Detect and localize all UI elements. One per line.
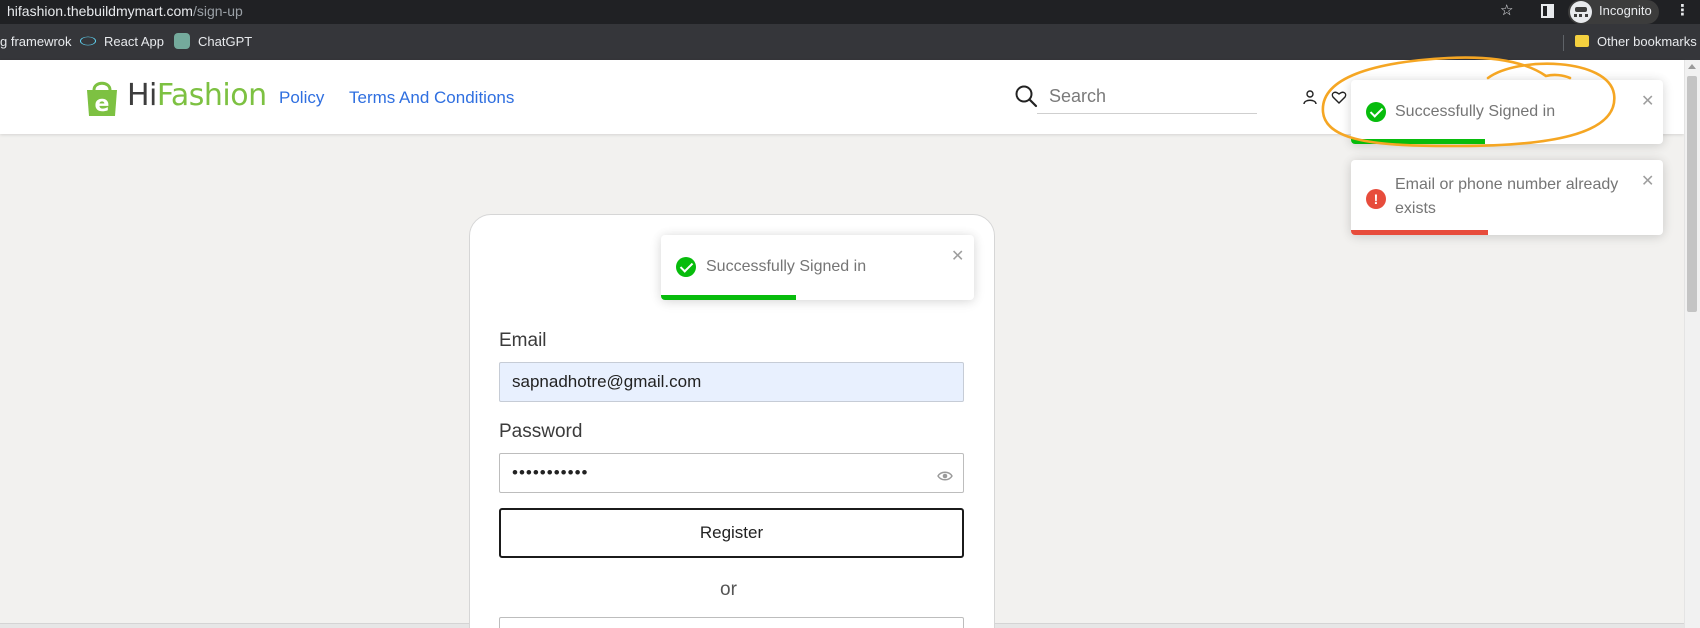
toast-success-center[interactable]: Successfully Signed in ✕ (661, 235, 974, 300)
incognito-label: Incognito (1599, 3, 1652, 18)
browser-menu-icon[interactable]: ⋮ (1675, 3, 1690, 19)
toast-progress-bar (1351, 139, 1486, 144)
toast-message: Successfully Signed in (1395, 103, 1556, 120)
toast-message: Email or phone number already exists (1395, 176, 1619, 217)
toast-error-top-right[interactable]: ! Email or phone number already exists ✕ (1351, 160, 1663, 235)
email-field[interactable] (499, 362, 964, 402)
password-label: Password (499, 421, 583, 442)
svg-text:e: e (95, 92, 110, 117)
toast-close-icon[interactable]: ✕ (1641, 94, 1654, 110)
bookmark-chatgpt[interactable]: ChatGPT (198, 34, 252, 49)
url-text[interactable]: hifashion.thebuildmymart.com/sign-up (7, 3, 243, 19)
wishlist-heart-icon[interactable] (1331, 89, 1347, 105)
incognito-icon (1570, 1, 1592, 23)
logo-wordmark[interactable]: HiFashion (127, 78, 267, 113)
toast-message: Successfully Signed in (706, 258, 867, 275)
or-divider-text: or (720, 579, 737, 600)
scroll-up-arrow-icon[interactable] (1688, 64, 1696, 69)
bookmarks-divider (1563, 35, 1564, 51)
password-field[interactable] (499, 453, 964, 493)
bookmark-framework[interactable]: g framewrok (0, 34, 72, 49)
toast-progress-bar (1351, 230, 1489, 235)
toast-close-icon[interactable]: ✕ (951, 249, 964, 265)
bookmarks-bar (0, 24, 1700, 60)
search-icon[interactable] (1014, 84, 1038, 108)
toast-progress-bar (661, 295, 796, 300)
address-bar[interactable] (0, 0, 1700, 24)
bookmark-react-app[interactable]: React App (104, 34, 164, 49)
nav-policy[interactable]: Policy (279, 88, 324, 108)
other-bookmarks[interactable]: Other bookmarks (1597, 34, 1697, 49)
scrollbar-thumb[interactable] (1687, 76, 1697, 312)
success-check-icon (1366, 102, 1386, 122)
chatgpt-icon (174, 33, 190, 49)
success-check-icon (676, 257, 696, 277)
bookmark-star-icon[interactable]: ☆ (1500, 3, 1513, 19)
folder-icon (1575, 35, 1589, 47)
side-panel-icon[interactable] (1541, 4, 1554, 18)
nav-terms-and-conditions[interactable]: Terms And Conditions (349, 88, 514, 108)
user-icon[interactable] (1302, 89, 1318, 105)
show-password-eye-icon[interactable] (937, 470, 953, 482)
search-input[interactable] (1037, 80, 1257, 114)
toast-close-icon[interactable]: ✕ (1641, 174, 1654, 190)
error-exclamation-icon: ! (1366, 189, 1386, 209)
register-button[interactable]: Register (499, 508, 964, 558)
email-label: Email (499, 330, 547, 351)
toast-success-top-right[interactable]: Successfully Signed in ✕ (1351, 80, 1663, 144)
next-field-partial[interactable] (499, 617, 964, 628)
react-icon (80, 36, 96, 46)
logo-bag-icon[interactable]: e (84, 78, 120, 118)
